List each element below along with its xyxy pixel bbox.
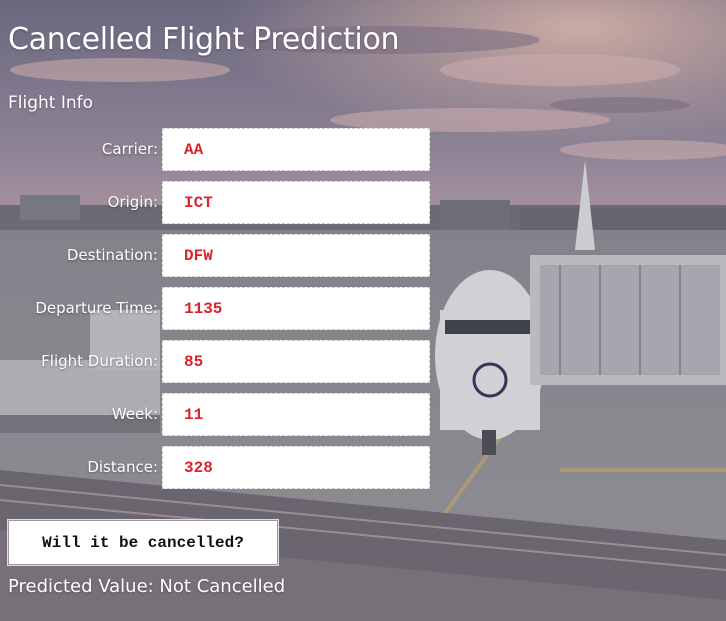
week-label: Week: <box>111 405 158 423</box>
field-row-week: Week: <box>0 393 432 436</box>
field-row-departure-time: Departure Time: <box>0 287 432 330</box>
predicted-value-text: Predicted Value: Not Cancelled <box>8 576 286 597</box>
prediction-page: Cancelled Flight Prediction Flight Info … <box>0 0 726 621</box>
week-input[interactable] <box>162 393 430 436</box>
destination-label: Destination: <box>66 246 158 264</box>
carrier-label: Carrier: <box>101 140 158 158</box>
departure-time-input[interactable] <box>162 287 430 330</box>
flight-duration-label: Flight Duration: <box>41 352 158 370</box>
section-title: Flight Info <box>8 93 94 113</box>
destination-input[interactable] <box>162 234 430 277</box>
page-title: Cancelled Flight Prediction <box>8 22 400 57</box>
flight-duration-input[interactable] <box>162 340 430 383</box>
field-row-carrier: Carrier: <box>0 128 432 171</box>
field-row-origin: Origin: <box>0 181 432 224</box>
distance-label: Distance: <box>87 458 158 476</box>
origin-label: Origin: <box>107 193 158 211</box>
predict-button[interactable]: Will it be cancelled? <box>8 520 278 565</box>
field-row-distance: Distance: <box>0 446 432 489</box>
departure-time-label: Departure Time: <box>35 299 158 317</box>
carrier-input[interactable] <box>162 128 430 171</box>
field-row-flight-duration: Flight Duration: <box>0 340 432 383</box>
field-row-destination: Destination: <box>0 234 432 277</box>
origin-input[interactable] <box>162 181 430 224</box>
distance-input[interactable] <box>162 446 430 489</box>
